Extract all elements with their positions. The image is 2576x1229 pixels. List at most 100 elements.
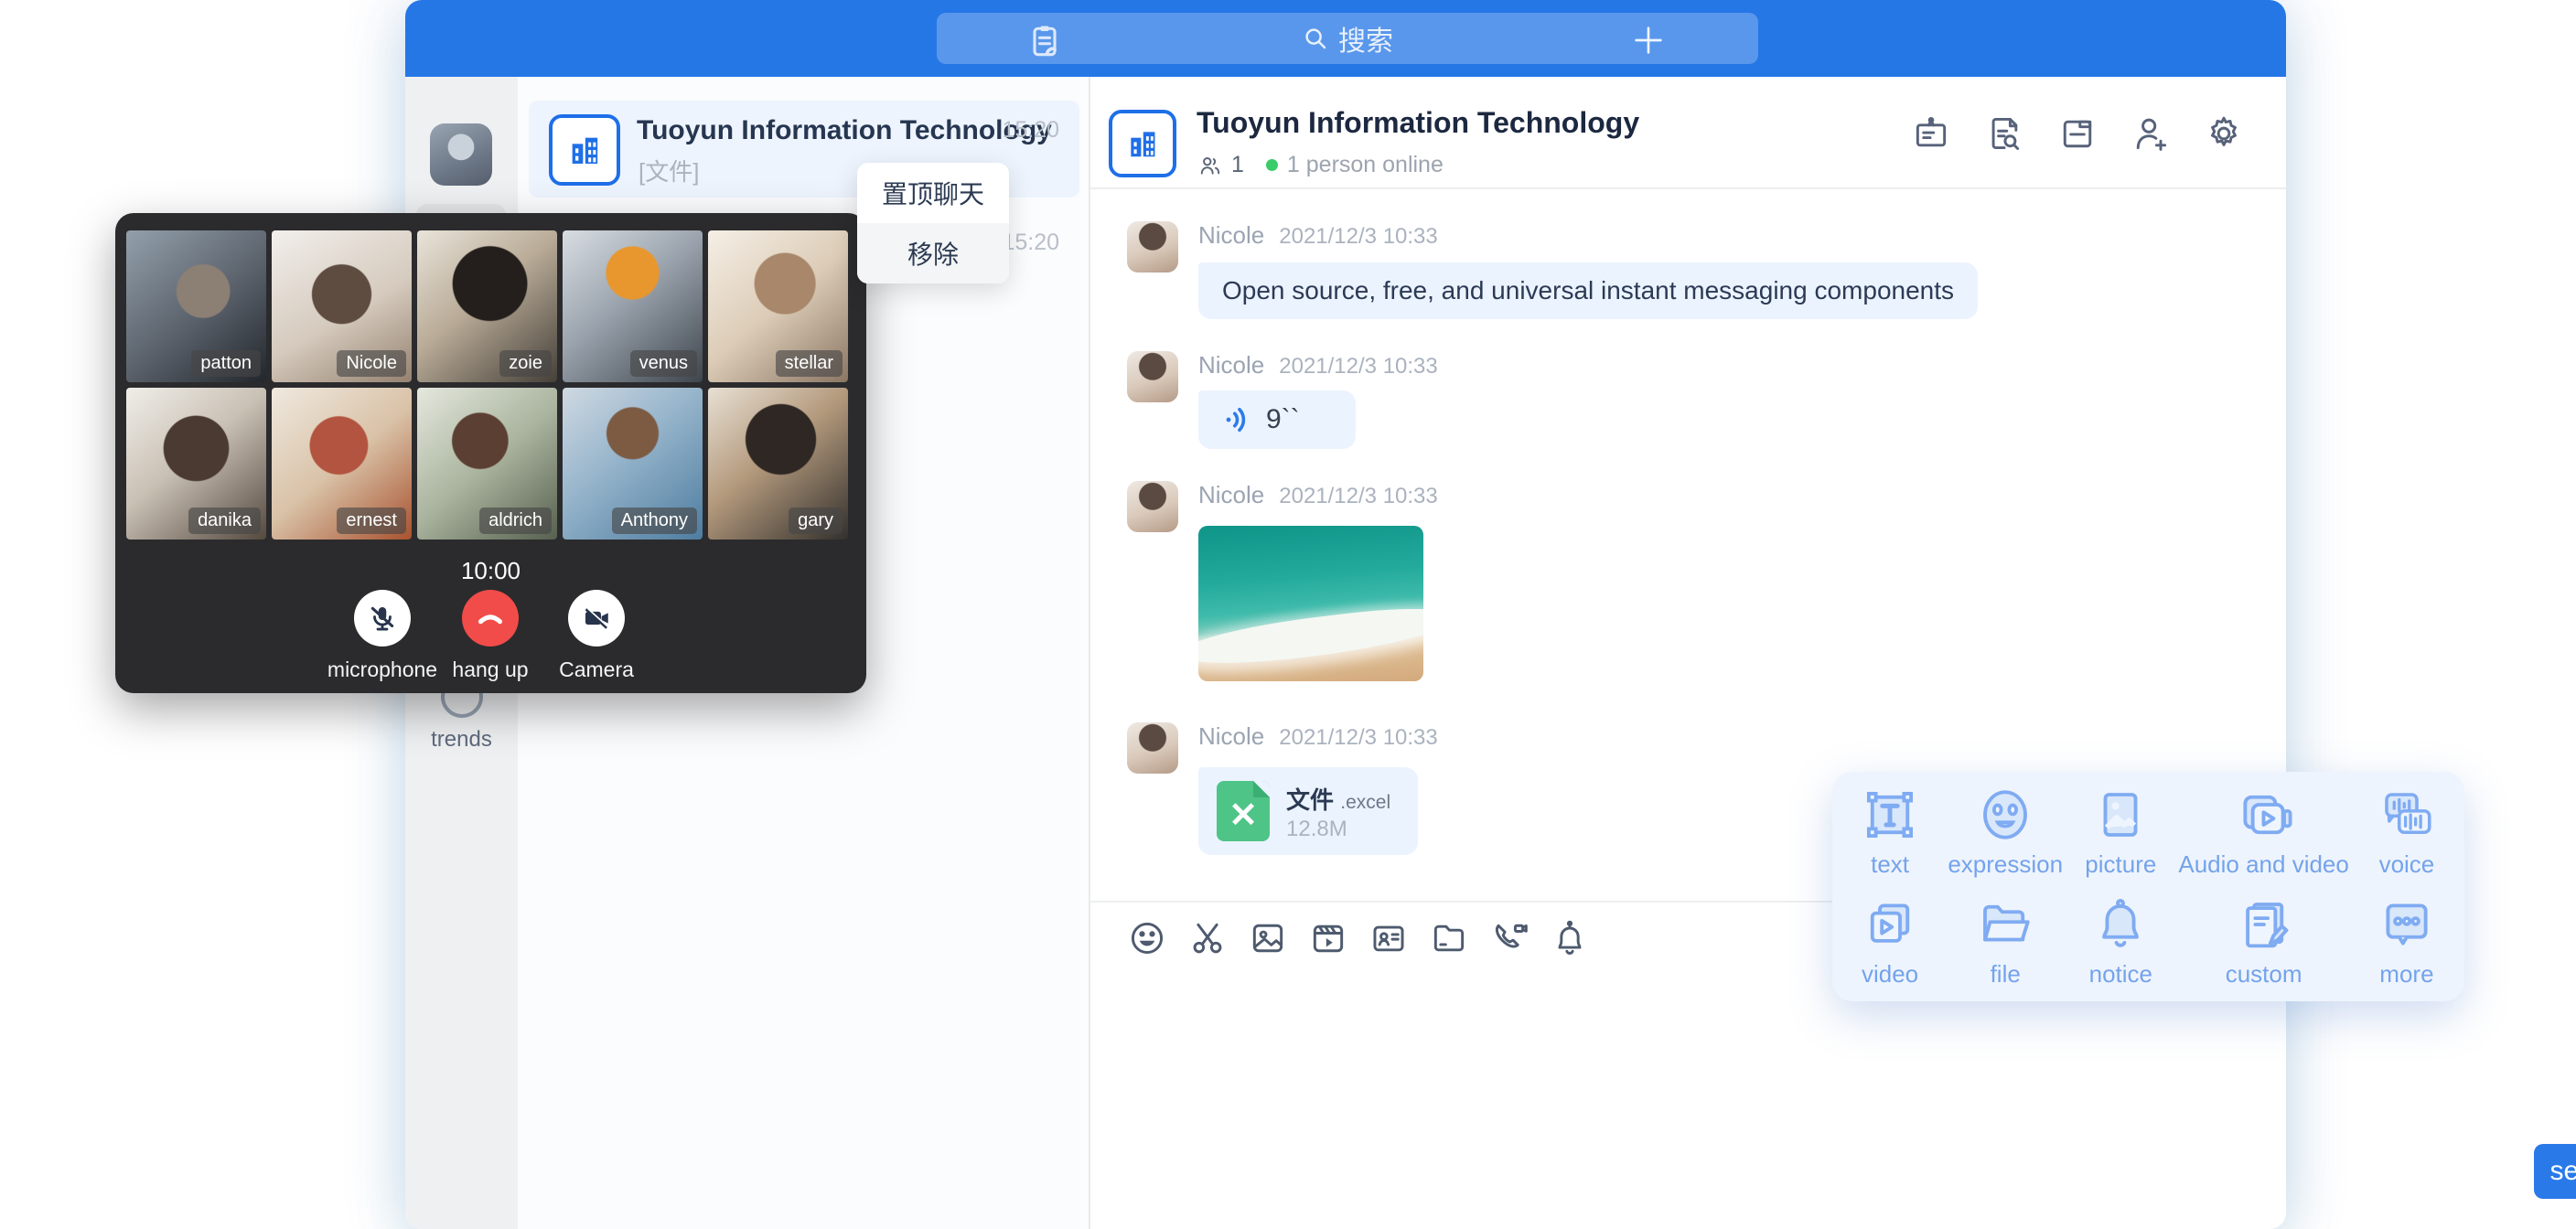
participant-name: zoie bbox=[499, 350, 552, 377]
search-placeholder: 搜索 bbox=[1338, 18, 1393, 59]
participant-name: danika bbox=[188, 508, 261, 534]
popup-item-notice[interactable]: notice bbox=[2089, 894, 2152, 989]
add-icon[interactable] bbox=[1630, 22, 1667, 63]
file-size: 12.8M bbox=[1286, 817, 1347, 842]
voice-message-bubble[interactable]: 9`` bbox=[1198, 390, 1356, 449]
popup-item-voice[interactable]: voice bbox=[2377, 785, 2437, 879]
search-bar[interactable]: 搜索 bbox=[937, 13, 1758, 64]
organization-icon bbox=[1109, 110, 1176, 177]
menu-item-remove[interactable]: 移除 bbox=[857, 223, 1009, 283]
participant-name: venus bbox=[630, 350, 697, 377]
popup-item-audio-video[interactable]: Audio and video bbox=[2178, 785, 2348, 879]
participant-tile[interactable]: danika bbox=[126, 388, 266, 540]
sender-name: Nicole bbox=[1198, 221, 1264, 250]
online-status: 1 person online bbox=[1287, 152, 1444, 178]
conversation-time: 15:20 bbox=[1002, 117, 1059, 144]
message-meta: Nicole 2021/12/3 10:33 bbox=[1198, 221, 1438, 250]
avatar[interactable] bbox=[1127, 351, 1178, 402]
notice-board-icon[interactable] bbox=[1911, 113, 1951, 154]
participant-name: Nicole bbox=[337, 350, 406, 377]
contact-card-icon[interactable] bbox=[1368, 918, 1409, 958]
popup-item-file[interactable]: file bbox=[1975, 894, 2035, 989]
chat-subtitle: 1 1 person online bbox=[1198, 152, 1444, 178]
menu-item-pin-chat[interactable]: 置顶聊天 bbox=[857, 163, 1009, 223]
participant-grid: patton Nicole zoie venus stellar danika … bbox=[126, 230, 848, 540]
conversation-time: 15:20 bbox=[1002, 230, 1059, 256]
video-call-icon[interactable] bbox=[1489, 918, 1530, 958]
participant-tile[interactable]: stellar bbox=[708, 230, 848, 382]
group-file-icon[interactable] bbox=[2057, 113, 2098, 154]
participant-name: stellar bbox=[776, 350, 843, 377]
video-clip-icon[interactable] bbox=[1308, 918, 1348, 958]
message-meta: Nicole 2021/12/3 10:33 bbox=[1198, 722, 1438, 751]
top-bar: 搜索 bbox=[405, 0, 2286, 77]
participant-tile[interactable]: ernest bbox=[272, 388, 412, 540]
picture-icon[interactable] bbox=[1248, 918, 1288, 958]
popup-item-picture[interactable]: picture bbox=[2085, 785, 2156, 879]
custom-edit-icon bbox=[2234, 894, 2294, 955]
popup-item-text[interactable]: text bbox=[1860, 785, 1920, 879]
camera-off-icon bbox=[581, 603, 612, 634]
search-field[interactable]: 搜索 bbox=[1302, 18, 1393, 59]
camera-label: Camera bbox=[523, 657, 670, 682]
notification-bell-icon[interactable] bbox=[1550, 918, 1590, 958]
text-icon bbox=[1860, 785, 1920, 845]
chat-panel: Tuoyun Information Technology 1 1 person… bbox=[1090, 77, 2286, 1229]
chat-header-actions bbox=[1911, 113, 2244, 154]
message-time: 2021/12/3 10:33 bbox=[1279, 725, 1438, 751]
hang-up-button[interactable] bbox=[462, 590, 519, 647]
participant-tile[interactable]: zoie bbox=[417, 230, 557, 382]
avatar[interactable] bbox=[430, 123, 492, 186]
microphone-off-icon bbox=[367, 603, 398, 634]
add-member-icon[interactable] bbox=[2131, 113, 2171, 154]
participant-name: patton bbox=[191, 350, 261, 377]
file-extension: .excel bbox=[1340, 792, 1390, 813]
participant-name: gary bbox=[789, 508, 843, 534]
chat-title: Tuoyun Information Technology bbox=[1197, 106, 1639, 140]
message-meta: Nicole 2021/12/3 10:33 bbox=[1198, 351, 1438, 379]
chat-history-search-icon[interactable] bbox=[1984, 113, 2024, 154]
avatar[interactable] bbox=[1127, 481, 1178, 532]
page: 搜索 trends bbox=[0, 0, 2576, 1229]
file-message-bubble[interactable]: ✕ 文件 .excel 12.8M bbox=[1198, 767, 1418, 855]
popup-item-expression[interactable]: expression bbox=[1948, 785, 2063, 879]
folder-icon[interactable] bbox=[1429, 918, 1469, 958]
camera-off-button[interactable] bbox=[568, 590, 625, 647]
excel-file-icon: ✕ bbox=[1217, 781, 1270, 841]
participant-name: ernest bbox=[337, 508, 406, 534]
settings-gear-icon[interactable] bbox=[2204, 113, 2244, 154]
sidebar-item-trends[interactable]: trends bbox=[405, 676, 518, 795]
emoji-icon[interactable] bbox=[1127, 918, 1167, 958]
popup-item-video[interactable]: video bbox=[1860, 894, 1920, 989]
message-time: 2021/12/3 10:33 bbox=[1279, 484, 1438, 509]
microphone-mute-button[interactable] bbox=[354, 590, 411, 647]
participant-tile[interactable]: Anthony bbox=[563, 388, 703, 540]
sender-name: Nicole bbox=[1198, 722, 1264, 751]
more-icon bbox=[2377, 894, 2437, 955]
message-type-popup: text expression picture bbox=[1832, 772, 2464, 1001]
participant-tile[interactable]: gary bbox=[708, 388, 848, 540]
image-message-beach-photo[interactable] bbox=[1198, 526, 1423, 681]
message-time: 2021/12/3 10:33 bbox=[1279, 224, 1438, 250]
call-timer: 10:00 bbox=[115, 557, 866, 585]
online-dot bbox=[1266, 159, 1278, 171]
send-button[interactable]: sending bbox=[2534, 1144, 2576, 1199]
sender-name: Nicole bbox=[1198, 351, 1264, 379]
file-folder-icon bbox=[1975, 894, 2035, 955]
avatar[interactable] bbox=[1127, 221, 1178, 273]
text-message-bubble[interactable]: Open source, free, and universal instant… bbox=[1198, 262, 1978, 319]
avatar[interactable] bbox=[1127, 722, 1178, 774]
participant-tile[interactable]: Nicole bbox=[272, 230, 412, 382]
participant-tile[interactable]: venus bbox=[563, 230, 703, 382]
picture-icon bbox=[2090, 785, 2151, 845]
conversation-title: Tuoyun Information Technology bbox=[637, 115, 1052, 146]
participant-tile[interactable]: aldrich bbox=[417, 388, 557, 540]
participant-tile[interactable]: patton bbox=[126, 230, 266, 382]
popup-item-custom[interactable]: custom bbox=[2226, 894, 2302, 989]
popup-item-more[interactable]: more bbox=[2377, 894, 2437, 989]
call-records-icon[interactable] bbox=[1025, 21, 1065, 66]
sender-name: Nicole bbox=[1198, 481, 1264, 509]
audio-video-icon bbox=[2234, 785, 2294, 845]
member-count: 1 bbox=[1231, 152, 1244, 178]
screenshot-scissors-icon[interactable] bbox=[1187, 918, 1228, 958]
